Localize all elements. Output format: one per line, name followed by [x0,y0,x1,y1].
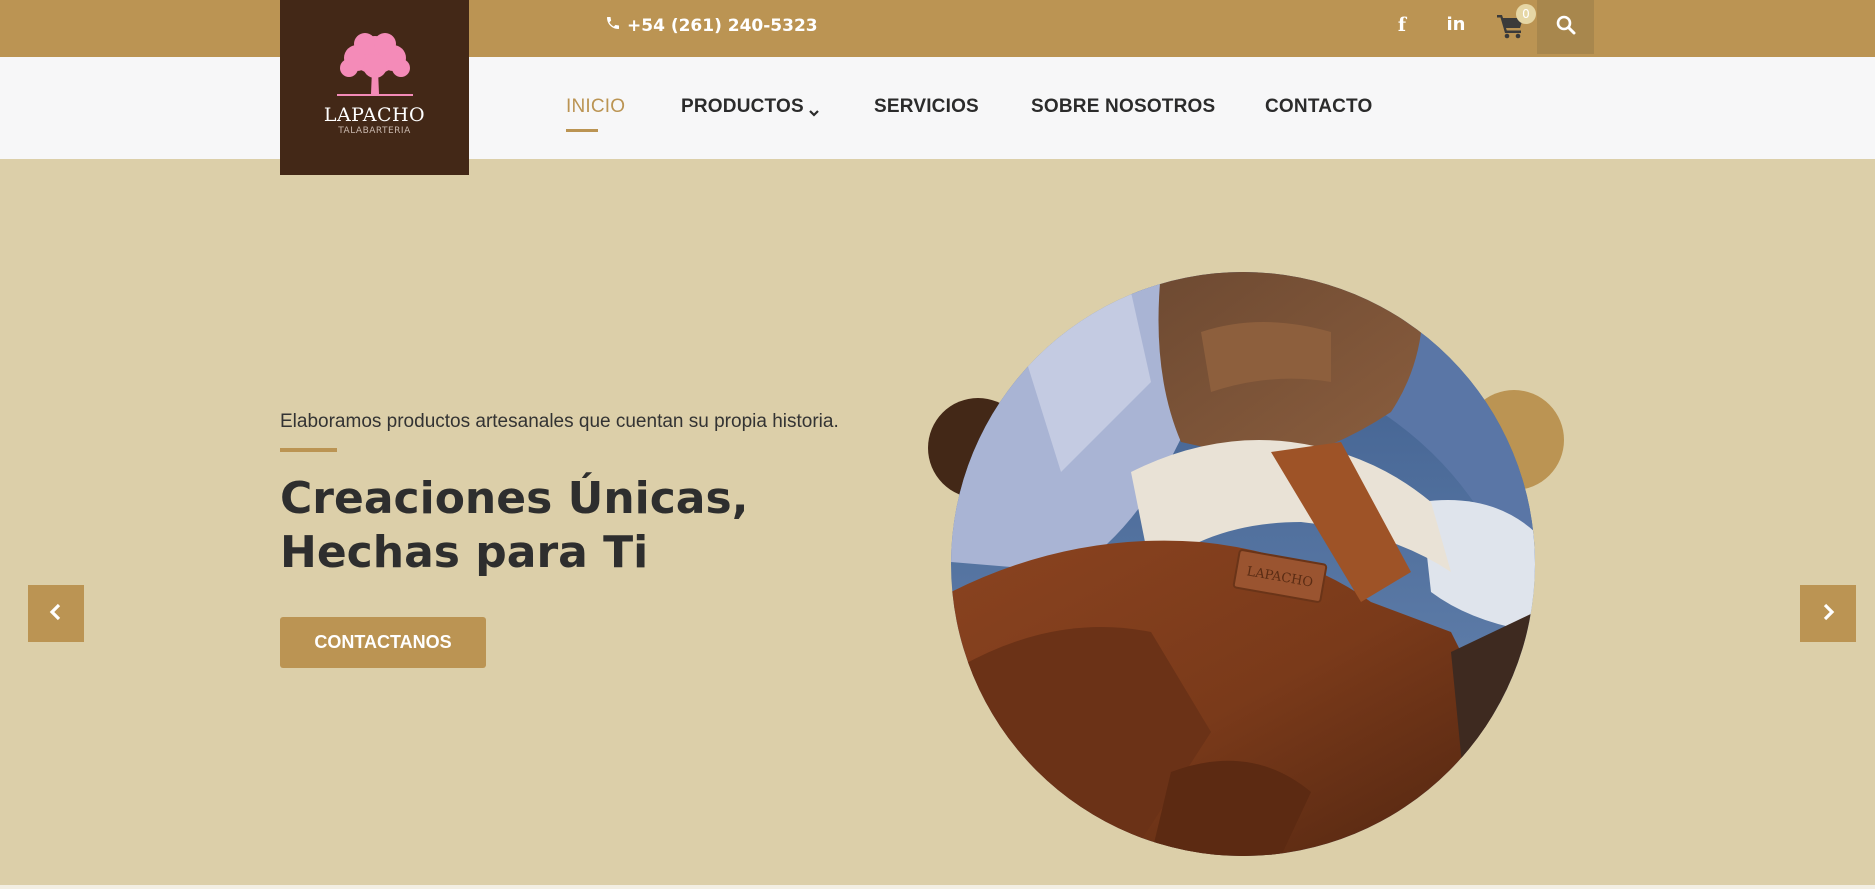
nav-item-sobre-nosotros[interactable]: SOBRE NOSOTROS [1031,96,1215,118]
facebook-icon[interactable]: f [1389,14,1415,36]
search-icon [1556,15,1576,39]
contact-cta-button[interactable]: CONTACTANOS [280,617,486,668]
phone-link[interactable]: +54 (261) 240-5323 [605,15,818,36]
linkedin-icon[interactable]: in [1443,14,1469,35]
nav-item-inicio[interactable]: INICIO [566,96,625,118]
nav-item-label: PRODUCTOS [681,96,804,117]
nav-active-indicator [566,129,598,132]
tree-icon [327,0,423,104]
logo-tagline: TALABARTERIA [338,126,411,136]
slider-prev-button[interactable] [28,585,84,642]
phone-number: +54 (261) 240-5323 [627,15,818,36]
nav-item-productos[interactable]: PRODUCTOS [681,96,819,118]
hero-image: LAPACHO [951,272,1535,856]
nav-item-servicios[interactable]: SERVICIOS [874,96,979,118]
slider-next-button[interactable] [1800,585,1856,642]
phone-icon [605,15,621,36]
nav-item-contacto[interactable]: CONTACTO [1265,96,1373,118]
chevron-left-icon [48,603,64,625]
hero-subtitle: Elaboramos productos artesanales que cue… [280,411,839,432]
section-divider [0,885,1875,889]
cart-count-badge: 0 [1516,4,1536,24]
site-logo[interactable]: LAPACHO TALABARTERIA [280,0,469,175]
chevron-down-icon [809,102,819,117]
search-button[interactable] [1537,0,1594,54]
logo-name: LAPACHO [323,104,426,126]
chevron-right-icon [1820,603,1836,625]
hero-headline: Creaciones Únicas, Hechas para Ti [280,473,749,578]
accent-divider [280,448,337,452]
